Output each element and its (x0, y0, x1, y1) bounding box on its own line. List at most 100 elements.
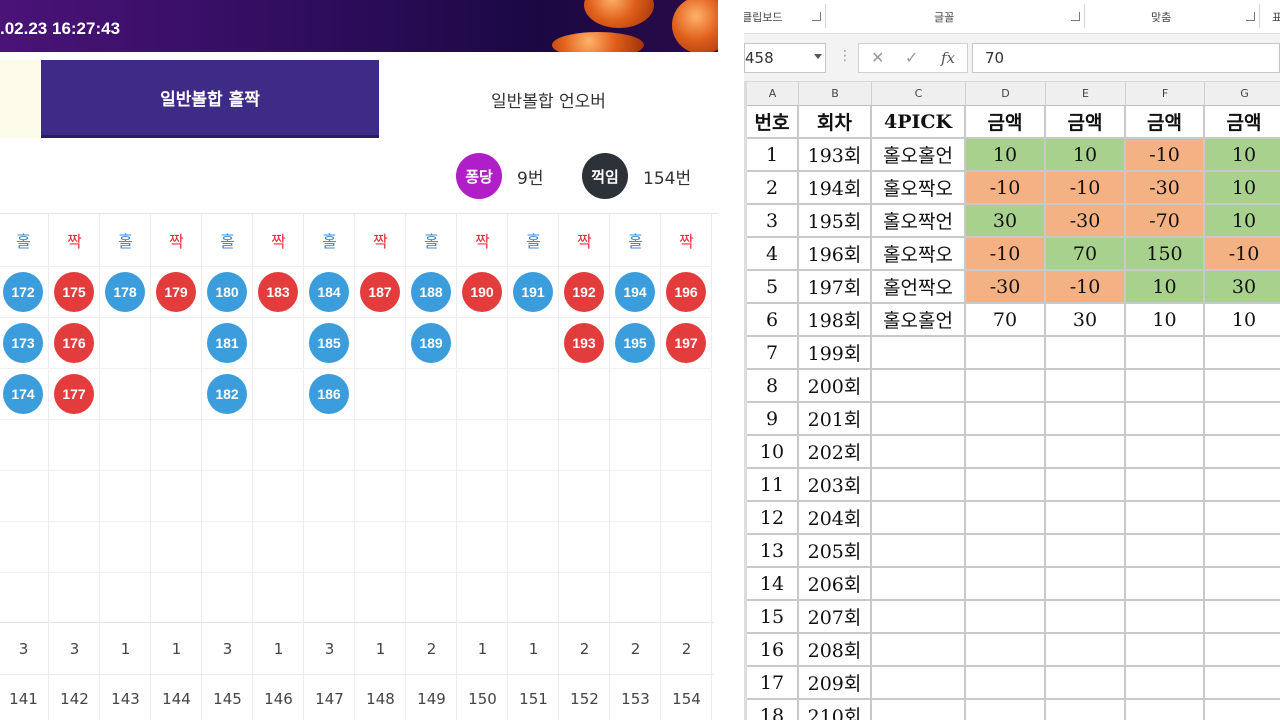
sheet-cell[interactable] (966, 469, 1046, 502)
sheet-cell[interactable]: -10 (1205, 238, 1280, 271)
sheet-cell[interactable]: 금액 (1046, 106, 1126, 139)
sheet-cell[interactable] (966, 337, 1046, 370)
sheet-cell[interactable]: 금액 (1205, 106, 1280, 139)
sheet-cell[interactable] (1126, 436, 1205, 469)
sheet-cell[interactable]: 회차 (799, 106, 872, 139)
sheet-cell[interactable]: 홀언짝오 (872, 271, 966, 304)
sheet-cell[interactable] (1126, 601, 1205, 634)
sheet-cell[interactable]: 10 (1205, 172, 1280, 205)
sheet-cell[interactable]: 30 (966, 205, 1046, 238)
sheet-cell[interactable]: 금액 (966, 106, 1046, 139)
sheet-cell[interactable] (1205, 601, 1280, 634)
sheet-cell[interactable]: 금액 (1126, 106, 1205, 139)
sheet-cell[interactable]: 11 (747, 469, 799, 502)
sheet-cell[interactable]: 10 (1205, 304, 1280, 337)
sheet-cell[interactable] (966, 568, 1046, 601)
sheet-cell[interactable]: 18 (747, 700, 799, 720)
sheet-cell[interactable] (1046, 568, 1126, 601)
sheet-cell[interactable] (1046, 700, 1126, 720)
sheet-cell[interactable] (872, 436, 966, 469)
sheet-cell[interactable]: 1 (747, 139, 799, 172)
sheet-cell[interactable] (1205, 535, 1280, 568)
tab-previous-partial[interactable] (0, 60, 41, 138)
sheet-cell[interactable]: 195회 (799, 205, 872, 238)
sheet-cell[interactable]: 15 (747, 601, 799, 634)
sheet-cell[interactable]: 10 (1126, 271, 1205, 304)
sheet-cell[interactable] (872, 370, 966, 403)
sheet-cell[interactable] (1205, 436, 1280, 469)
sheet-cell[interactable] (1126, 568, 1205, 601)
sheet-cell[interactable]: -30 (966, 271, 1046, 304)
clipboard-launcher-icon[interactable] (812, 12, 821, 21)
sheet-cell[interactable] (1046, 436, 1126, 469)
column-header-c[interactable]: C (872, 82, 966, 106)
sheet-cell[interactable] (966, 601, 1046, 634)
sheet-cell[interactable]: 4PICK (872, 106, 966, 139)
sheet-cell[interactable]: 14 (747, 568, 799, 601)
sheet-cell[interactable]: 홀오짝오 (872, 172, 966, 205)
sheet-cell[interactable] (1126, 700, 1205, 720)
align-launcher-icon[interactable] (1246, 12, 1255, 21)
sheet-cell[interactable]: 205회 (799, 535, 872, 568)
sheet-cell[interactable]: 4 (747, 238, 799, 271)
sheet-cell[interactable]: 193회 (799, 139, 872, 172)
sheet-cell[interactable]: 10 (1046, 139, 1126, 172)
sheet-cell[interactable] (872, 568, 966, 601)
sheet-cell[interactable] (1046, 370, 1126, 403)
sheet-cell[interactable]: -10 (966, 238, 1046, 271)
sheet-cell[interactable] (966, 667, 1046, 700)
tab-odd-even[interactable]: 일반볼합 홀짝 (41, 60, 379, 138)
font-launcher-icon[interactable] (1071, 12, 1080, 21)
sheet-cell[interactable] (872, 634, 966, 667)
sheet-cell[interactable]: 210회 (799, 700, 872, 720)
sheet-cell[interactable] (1205, 634, 1280, 667)
enter-icon[interactable]: ✓ (905, 48, 918, 67)
sheet-cell[interactable] (966, 502, 1046, 535)
sheet-cell[interactable]: 16 (747, 634, 799, 667)
sheet-cell[interactable]: 10 (966, 139, 1046, 172)
sheet-cell[interactable] (1046, 337, 1126, 370)
sheet-cell[interactable]: 13 (747, 535, 799, 568)
sheet-cell[interactable] (872, 469, 966, 502)
sheet-cell[interactable]: 204회 (799, 502, 872, 535)
sheet-cell[interactable] (966, 535, 1046, 568)
sheet-cell[interactable] (872, 667, 966, 700)
cancel-icon[interactable]: ✕ (871, 48, 884, 67)
sheet-cell[interactable]: 198회 (799, 304, 872, 337)
sheet-cell[interactable] (1046, 667, 1126, 700)
sheet-cell[interactable]: 10 (1205, 139, 1280, 172)
sheet-cell[interactable]: 홀오홀언 (872, 139, 966, 172)
sheet-cell[interactable]: -70 (1126, 205, 1205, 238)
sheet-cell[interactable]: -30 (1126, 172, 1205, 205)
sheet-cell[interactable] (1126, 667, 1205, 700)
column-header-b[interactable]: B (799, 82, 872, 106)
sheet-cell[interactable]: 3 (747, 205, 799, 238)
sheet-cell[interactable] (966, 403, 1046, 436)
sheet-cell[interactable]: -10 (1046, 172, 1126, 205)
sheet-cell[interactable] (872, 403, 966, 436)
sheet-cell[interactable] (1205, 403, 1280, 436)
sheet-cell[interactable] (1046, 535, 1126, 568)
sheet-cell[interactable] (1126, 502, 1205, 535)
sheet-cell[interactable] (872, 535, 966, 568)
sheet-cell[interactable]: 10 (1126, 304, 1205, 337)
sheet-cell[interactable] (1046, 403, 1126, 436)
sheet-cell[interactable]: 10 (747, 436, 799, 469)
sheet-cell[interactable]: 9 (747, 403, 799, 436)
sheet-cell[interactable] (1126, 403, 1205, 436)
sheet-cell[interactable]: 70 (966, 304, 1046, 337)
sheet-cell[interactable]: 10 (1205, 205, 1280, 238)
sheet-cell[interactable] (1046, 469, 1126, 502)
sheet-cell[interactable] (966, 436, 1046, 469)
sheet-cell[interactable] (1046, 634, 1126, 667)
sheet-cell[interactable]: 209회 (799, 667, 872, 700)
sheet-cell[interactable] (1126, 634, 1205, 667)
sheet-cell[interactable] (1126, 337, 1205, 370)
sheet-cell[interactable]: -30 (1046, 205, 1126, 238)
column-header-e[interactable]: E (1046, 82, 1126, 106)
sheet-cell[interactable] (1126, 370, 1205, 403)
sheet-cell[interactable]: -10 (1126, 139, 1205, 172)
sheet-cell[interactable]: 70 (1046, 238, 1126, 271)
sheet-cell[interactable]: 150 (1126, 238, 1205, 271)
sheet-cell[interactable] (1126, 535, 1205, 568)
